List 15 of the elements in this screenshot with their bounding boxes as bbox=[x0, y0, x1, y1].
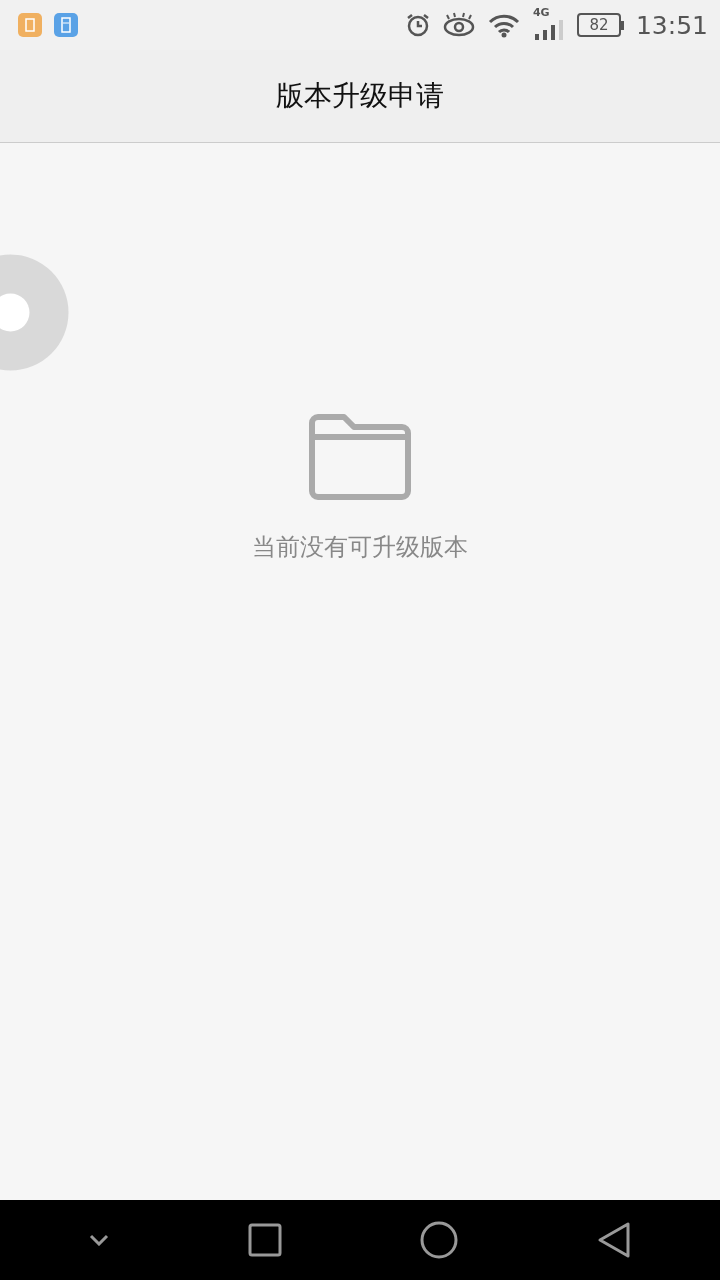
empty-message: 当前没有可升级版本 bbox=[252, 532, 468, 563]
folder-icon bbox=[307, 411, 413, 501]
app-notification-icon bbox=[18, 13, 42, 37]
back-icon[interactable] bbox=[596, 1221, 631, 1259]
recent-apps-icon[interactable] bbox=[247, 1223, 282, 1257]
signal-icon bbox=[532, 20, 565, 40]
eye-icon bbox=[442, 12, 475, 38]
page-title: 版本升级申请 bbox=[276, 78, 444, 114]
network-type: 4G bbox=[532, 6, 550, 19]
battery-indicator: 82 bbox=[576, 13, 624, 37]
collapse-icon[interactable] bbox=[89, 1234, 110, 1246]
wifi-icon bbox=[486, 12, 521, 38]
app-notification-icon bbox=[54, 13, 78, 37]
home-icon[interactable] bbox=[420, 1221, 459, 1259]
clock-time: 13:51 bbox=[635, 10, 708, 40]
